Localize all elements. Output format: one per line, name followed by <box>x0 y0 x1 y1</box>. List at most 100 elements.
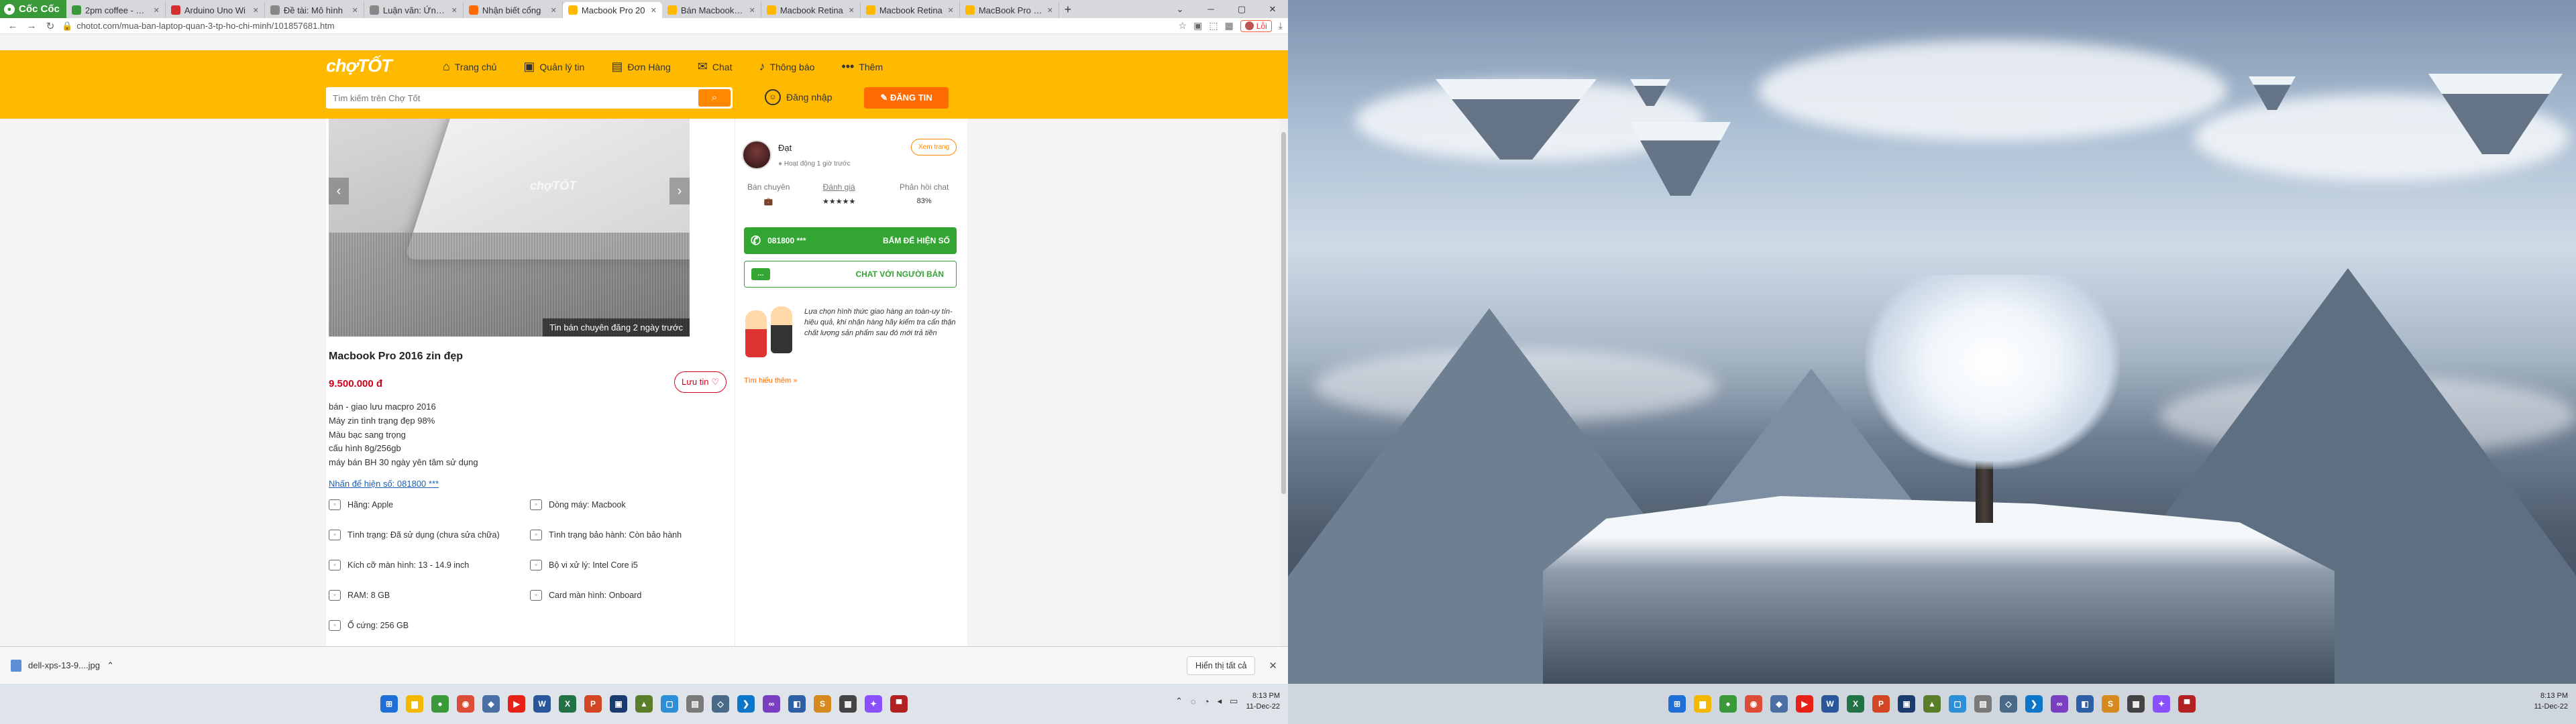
close-tab-icon[interactable]: ✕ <box>451 6 458 15</box>
search-icon[interactable]: ⌕ <box>698 89 731 107</box>
maximize-icon[interactable]: ▢ <box>1226 0 1257 18</box>
browser-tab[interactable]: Macbook Retina ✕ <box>761 2 861 18</box>
browser-tab[interactable]: Nhận biết cổng ✕ <box>464 2 563 18</box>
browser-tab[interactable]: Luận văn: Ứng d ✕ <box>364 2 464 18</box>
powerpoint-icon[interactable]: P <box>584 695 602 713</box>
stat-label[interactable]: Đánh giá <box>822 182 855 192</box>
clock[interactable]: 8:13 PM 11-Dec-22 <box>2534 690 2568 712</box>
extension-icon[interactable]: ▣ <box>1193 20 1202 32</box>
clock[interactable]: 8:13 PM 11-Dec-22 <box>1246 690 1280 712</box>
close-tab-icon[interactable]: ✕ <box>1047 6 1053 15</box>
page-scrollbar[interactable] <box>1279 119 1288 646</box>
app-icon[interactable]: ◆ <box>482 695 500 713</box>
app-icon[interactable]: ▦ <box>2127 695 2145 713</box>
sublime-icon[interactable]: S <box>814 695 831 713</box>
close-tab-icon[interactable]: ✕ <box>749 6 755 15</box>
browser-brand[interactable]: ● Cốc Cốc <box>0 0 66 18</box>
prev-photo-button[interactable]: ‹ <box>329 178 349 204</box>
nav-item[interactable]: ▣ Quản lý tin <box>523 60 584 74</box>
nav-item[interactable]: ✉ Chat <box>698 60 733 74</box>
wifi-icon[interactable]: ◔ <box>1204 697 1210 707</box>
show-phone-link[interactable]: Nhấn để hiện số: 081800 *** <box>329 479 439 489</box>
close-tab-icon[interactable]: ✕ <box>849 6 855 15</box>
messenger-icon[interactable]: ✦ <box>2153 695 2170 713</box>
app-icon[interactable]: ▀ <box>890 695 908 713</box>
forward-icon[interactable]: → <box>24 20 39 32</box>
show-all-downloads-button[interactable]: Hiển thị tất cả <box>1186 656 1256 675</box>
sublime-icon[interactable]: S <box>2102 695 2119 713</box>
app-icon[interactable]: ◧ <box>788 695 806 713</box>
nav-item[interactable]: ••• Thêm <box>841 60 883 74</box>
app-icon[interactable]: ▤ <box>686 695 704 713</box>
chrome-icon[interactable]: ◉ <box>1745 695 1762 713</box>
start-icon[interactable]: ⊞ <box>380 695 398 713</box>
coccoc-icon[interactable]: ● <box>431 695 449 713</box>
browser-tab[interactable]: 2pm coffee - Tìm ✕ <box>66 2 166 18</box>
close-tab-icon[interactable]: ✕ <box>253 6 259 15</box>
excel-icon[interactable]: X <box>1847 695 1864 713</box>
coccoc-icon[interactable]: ● <box>1719 695 1737 713</box>
app-icon[interactable]: ▣ <box>1898 695 1915 713</box>
extension-icon[interactable]: ▦ <box>1225 20 1234 32</box>
close-tab-icon[interactable]: ✕ <box>948 6 954 15</box>
chrome-icon[interactable]: ◉ <box>457 695 474 713</box>
browser-tab[interactable]: Bán Macbook Pr ✕ <box>662 2 761 18</box>
close-icon[interactable]: ✕ <box>1257 0 1288 18</box>
extension-icon[interactable]: ⬚ <box>1209 20 1218 32</box>
download-item[interactable]: dell-xps-13-9....jpg ⌃ <box>11 659 152 672</box>
close-tab-icon[interactable]: ✕ <box>651 6 657 15</box>
word-icon[interactable]: W <box>533 695 551 713</box>
new-tab-button[interactable]: + <box>1059 2 1077 18</box>
messenger-icon[interactable]: ✦ <box>865 695 882 713</box>
browser-tab[interactable]: Macbook Retina ✕ <box>861 2 960 18</box>
app-icon[interactable]: ▢ <box>661 695 678 713</box>
browser-tab[interactable]: Đề tài: Mô hình ✕ <box>265 2 364 18</box>
learn-more-link[interactable]: Tìm hiểu thêm » <box>744 377 797 385</box>
youtube-icon[interactable]: ▶ <box>1796 695 1813 713</box>
file-explorer-icon[interactable]: ▆ <box>1694 695 1711 713</box>
url-field[interactable]: 🔒 chotot.com/mua-ban-laptop-quan-3-tp-ho… <box>62 21 1175 32</box>
visual-studio-icon[interactable]: ∞ <box>2051 695 2068 713</box>
app-icon[interactable]: ▤ <box>1974 695 1992 713</box>
minimize-icon[interactable]: ─ <box>1195 0 1226 18</box>
view-page-button[interactable]: Xem trang <box>911 139 957 156</box>
app-icon[interactable]: ▲ <box>1923 695 1941 713</box>
seller-avatar[interactable] <box>742 140 771 170</box>
vscode-icon[interactable]: ❯ <box>2025 695 2043 713</box>
close-download-bar-icon[interactable]: ✕ <box>1269 660 1277 672</box>
battery-icon[interactable]: ▭ <box>1230 696 1238 707</box>
word-icon[interactable]: W <box>1821 695 1839 713</box>
next-photo-button[interactable]: › <box>669 178 690 204</box>
powerpoint-icon[interactable]: P <box>1872 695 1890 713</box>
excel-icon[interactable]: X <box>559 695 576 713</box>
chevron-up-icon[interactable]: ⌃ <box>107 660 114 671</box>
app-icon[interactable]: ◧ <box>2076 695 2094 713</box>
nav-item[interactable]: ▤ Đơn Hàng <box>611 60 670 74</box>
nav-item[interactable]: ⌂ Trang chủ <box>443 60 496 74</box>
file-explorer-icon[interactable]: ▆ <box>406 695 423 713</box>
chevron-up-icon[interactable]: ⌃ <box>1175 696 1183 707</box>
save-listing-button[interactable]: Lưu tin ♡ <box>674 371 727 393</box>
browser-tab[interactable]: Macbook Pro 20 ✕ <box>562 2 662 18</box>
volume-icon[interactable]: ◂ <box>1218 696 1222 707</box>
call-seller-button[interactable]: ✆ 081800 *** BẤM ĐỂ HIỆN SỐ <box>744 227 957 254</box>
close-tab-icon[interactable]: ✕ <box>352 6 358 15</box>
app-icon[interactable]: ▲ <box>635 695 653 713</box>
start-icon[interactable]: ⊞ <box>1668 695 1686 713</box>
chat-seller-button[interactable]: … CHAT VỚI NGƯỜI BÁN <box>744 261 957 288</box>
app-icon[interactable]: ▢ <box>1949 695 1966 713</box>
app-icon[interactable]: ▣ <box>610 695 627 713</box>
app-icon[interactable]: ▦ <box>839 695 857 713</box>
app-icon[interactable]: ◇ <box>2000 695 2017 713</box>
profile-button[interactable]: Lỗi <box>1240 19 1272 32</box>
tab-search-icon[interactable]: ⌄ <box>1165 0 1195 18</box>
product-photo[interactable]: chợTỐT ‹ › Tin bán chuyên đăng 2 ngày tr… <box>329 119 690 337</box>
scrollbar-thumb[interactable] <box>1281 132 1286 494</box>
chotot-logo[interactable]: chợTỐT <box>326 56 392 76</box>
app-icon[interactable]: ◆ <box>1770 695 1788 713</box>
seller-name[interactable]: Đạt <box>778 143 792 153</box>
browser-tab[interactable]: MacBook Pro 20 ✕ <box>960 2 1059 18</box>
close-tab-icon[interactable]: ✕ <box>154 6 160 15</box>
network-icon[interactable]: ◌ <box>1191 697 1196 707</box>
bookmark-star-icon[interactable]: ☆ <box>1179 20 1187 32</box>
